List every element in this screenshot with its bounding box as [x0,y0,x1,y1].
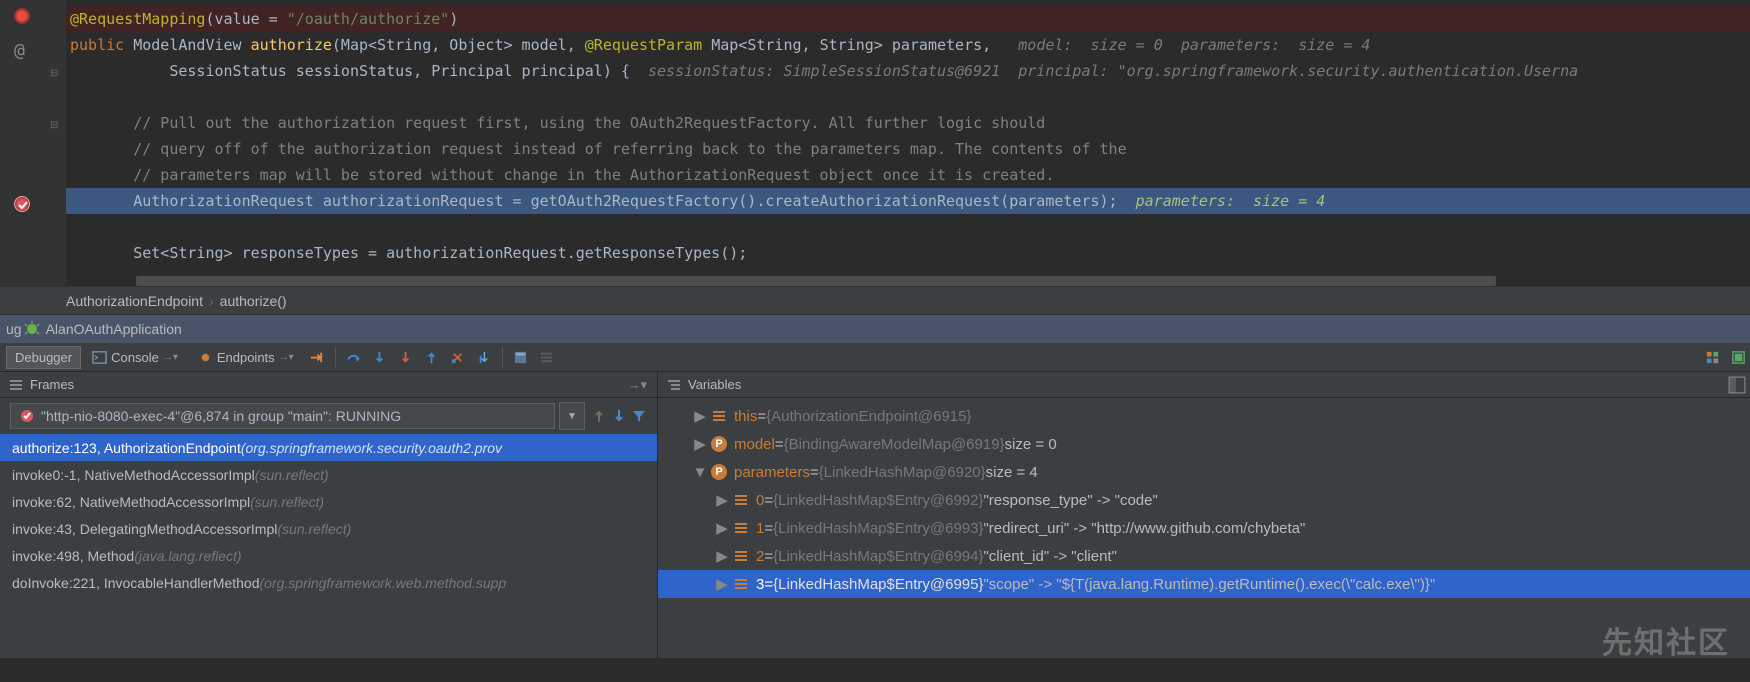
horizontal-scrollbar[interactable] [136,276,1496,286]
endpoints-icon [198,350,213,365]
debug-prefix: ug [6,321,22,337]
frames-list[interactable]: authorize:123, AuthorizationEndpoint (or… [0,434,657,596]
breakpoint-icon[interactable] [14,196,30,212]
variables-panel[interactable]: ▶this = {AuthorizationEndpoint@6915}▶Pmo… [658,398,1750,658]
variable-row[interactable]: ▶0 = {LinkedHashMap$Entry@6992} "respons… [658,486,1750,514]
app-name: AlanOAuthApplication [46,321,182,337]
console-icon [92,350,107,365]
arrow-right-icon[interactable]: →▾ [627,377,647,393]
thread-icon [19,408,35,424]
breadcrumb-method[interactable]: authorize() [220,293,287,309]
variable-row[interactable]: ▶1 = {LinkedHashMap$Entry@6993} "redirec… [658,514,1750,542]
variable-row[interactable]: ▶this = {AuthorizationEndpoint@6915} [658,402,1750,430]
frames-panel[interactable]: "http-nio-8080-exec-4"@6,874 in group "m… [0,398,658,658]
thread-selector[interactable]: "http-nio-8080-exec-4"@6,874 in group "m… [10,403,555,429]
at-icon: @ [14,40,25,61]
stack-frame-item[interactable]: invoke:62, NativeMethodAccessorImpl (sun… [0,488,657,515]
tab-debugger[interactable]: Debugger [6,346,81,369]
variable-row[interactable]: ▶Pmodel = {BindingAwareModelMap@6919} si… [658,430,1750,458]
tab-endpoints[interactable]: Endpoints →▾ [189,346,303,369]
evaluate-expr-button[interactable] [509,345,533,369]
stack-frame-item[interactable]: invoke:498, Method (java.lang.reflect) [0,542,657,569]
thread-selector-row: "http-nio-8080-exec-4"@6,874 in group "m… [0,398,657,434]
code-content[interactable]: @RequestMapping(value = "/oauth/authoriz… [66,0,1750,286]
code-line [66,84,1750,110]
code-editor[interactable]: @ ⊟ ⊟ @RequestMapping(value = "/oauth/au… [0,0,1750,286]
thread-dropdown-button[interactable]: ▼ [559,402,585,430]
code-line: SessionStatus sessionStatus, Principal p… [66,58,1750,84]
stack-frame-item[interactable]: doInvoke:221, InvocableHandlerMethod (or… [0,569,657,596]
run-to-cursor-button[interactable] [472,345,496,369]
next-frame-button[interactable] [611,408,627,424]
show-exec-point-button[interactable] [305,345,329,369]
pin-button[interactable] [1726,345,1750,369]
debug-panels-header: Frames →▾ Variables [0,372,1750,398]
code-line-breakpoint: AuthorizationRequest authorizationReques… [66,188,1750,214]
debug-toolbar: Debugger Console →▾ Endpoints →▾ [0,342,1750,372]
trace-button[interactable] [535,345,559,369]
variables-list[interactable]: ▶this = {AuthorizationEndpoint@6915}▶Pmo… [658,402,1750,598]
force-step-into-button[interactable] [394,345,418,369]
fold-icon[interactable]: ⊟ [50,120,58,131]
bug-icon [24,321,40,337]
debug-panels-body: "http-nio-8080-exec-4"@6,874 in group "m… [0,398,1750,658]
drop-frame-button[interactable] [446,345,470,369]
code-line: public ModelAndView authorize(Map<String… [66,32,1750,58]
variables-icon [666,377,682,393]
step-into-button[interactable] [368,345,392,369]
code-line: Set<String> responseTypes = authorizatio… [66,240,1750,266]
step-over-button[interactable] [342,345,366,369]
prev-frame-button[interactable] [591,408,607,424]
dropdown-arrow-icon: →▾ [279,352,294,363]
tab-console[interactable]: Console →▾ [83,346,187,369]
code-line: // parameters map will be stored without… [66,162,1750,188]
code-line: // Pull out the authorization request fi… [66,110,1750,136]
frames-panel-title: Frames →▾ [0,372,658,397]
step-out-button[interactable] [420,345,444,369]
debug-tool-window-header: ug AlanOAuthApplication [0,314,1750,342]
variable-row[interactable]: ▼Pparameters = {LinkedHashMap@6920} size… [658,458,1750,486]
code-line: @RequestMapping(value = "/oauth/authoriz… [66,6,1750,32]
error-icon [14,8,30,24]
code-line: // query off of the authorization reques… [66,136,1750,162]
chevron-right-icon: › [209,293,214,309]
stack-frame-item[interactable]: invoke:43, DelegatingMethodAccessorImpl … [0,515,657,542]
stack-frame-item[interactable]: invoke0:-1, NativeMethodAccessorImpl (su… [0,461,657,488]
code-line [66,214,1750,240]
variables-panel-title: Variables [658,372,1750,397]
settings-button[interactable] [1700,345,1724,369]
frames-icon [8,377,24,393]
dropdown-arrow-icon: →▾ [163,352,178,363]
editor-gutter: @ ⊟ ⊟ [0,0,66,286]
breadcrumb-class[interactable]: AuthorizationEndpoint [66,293,203,309]
stack-frame-item[interactable]: authorize:123, AuthorizationEndpoint (or… [0,434,657,461]
fold-icon[interactable]: ⊟ [50,68,58,79]
restore-layout-icon[interactable] [1728,376,1746,394]
breadcrumb: AuthorizationEndpoint › authorize() [0,286,1750,314]
variable-row[interactable]: ▶3 = {LinkedHashMap$Entry@6995} "scope" … [658,570,1750,598]
filter-button[interactable] [631,408,647,424]
variable-row[interactable]: ▶2 = {LinkedHashMap$Entry@6994} "client_… [658,542,1750,570]
